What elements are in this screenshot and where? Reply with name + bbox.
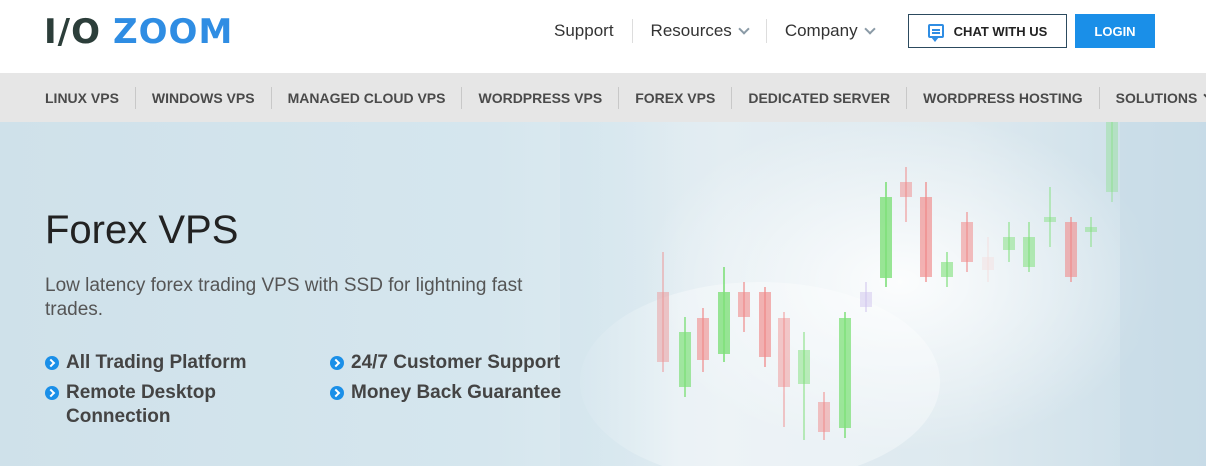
hero-banner: Forex VPS Low latency forex trading VPS … bbox=[0, 122, 1206, 466]
logo-zoom-text: ZOOM bbox=[112, 12, 234, 52]
feature-label: Money Back Guarantee bbox=[351, 382, 562, 403]
feature-item: All Trading Platform bbox=[45, 351, 247, 375]
chat-bubble-icon bbox=[927, 24, 944, 42]
prodnav-label: FOREX VPS bbox=[635, 89, 716, 106]
logo-io-text: I/O bbox=[44, 12, 101, 52]
prodnav-managed-cloud-vps[interactable]: MANAGED CLOUD VPS bbox=[272, 86, 463, 109]
prodnav-solutions[interactable]: SOLUTIONS bbox=[1100, 87, 1206, 109]
candle-body bbox=[1003, 237, 1015, 250]
candle-body bbox=[679, 332, 691, 387]
candle-body bbox=[920, 197, 932, 277]
ioz-logo[interactable]: I/O ZOOM bbox=[44, 12, 233, 52]
candle-body bbox=[818, 402, 830, 432]
product-nav: LINUX VPS WINDOWS VPS MANAGED CLOUD VPS … bbox=[0, 73, 1206, 122]
candle-body bbox=[941, 262, 953, 277]
candle-body bbox=[738, 292, 750, 317]
prodnav-label: WINDOWS VPS bbox=[151, 89, 255, 106]
chat-with-us-button[interactable]: CHAT WITH US bbox=[908, 14, 1067, 48]
candle-body bbox=[839, 318, 851, 428]
candle-body bbox=[1085, 227, 1097, 232]
hero-subtitle: Low latency forex trading VPS with SSD f… bbox=[45, 275, 523, 320]
candle-body bbox=[900, 182, 912, 197]
chevron-down-icon bbox=[863, 22, 876, 35]
chevron-circle-icon bbox=[45, 356, 59, 370]
prodnav-wordpress-vps[interactable]: WORDPRESS VPS bbox=[462, 86, 620, 109]
prodnav-label: LINUX VPS bbox=[45, 89, 119, 106]
top-nav: Support Resources Company bbox=[536, 14, 892, 48]
feature-label: All Trading Platform bbox=[66, 352, 247, 373]
prodnav-windows-vps[interactable]: WINDOWS VPS bbox=[136, 86, 272, 109]
candle-body bbox=[880, 197, 892, 278]
prodnav-forex-vps[interactable]: FOREX VPS bbox=[619, 86, 733, 109]
candle-body bbox=[982, 257, 994, 270]
prodnav-linux-vps[interactable]: LINUX VPS bbox=[29, 86, 136, 109]
login-button-label: LOGIN bbox=[1094, 23, 1136, 39]
candle-body bbox=[1106, 122, 1118, 192]
chevron-circle-icon bbox=[45, 386, 59, 400]
prodnav-wordpress-hosting[interactable]: WORDPRESS HOSTING bbox=[907, 86, 1100, 109]
prodnav-label: WORDPRESS VPS bbox=[478, 89, 603, 106]
prodnav-label: SOLUTIONS bbox=[1115, 89, 1198, 106]
candle-body bbox=[718, 292, 730, 354]
nav-support[interactable]: Support bbox=[536, 19, 633, 43]
candle-body bbox=[1023, 237, 1035, 267]
candle-body bbox=[778, 318, 790, 387]
prodnav-dedicated-server[interactable]: DEDICATED SERVER bbox=[732, 86, 908, 109]
candle-body bbox=[697, 318, 709, 360]
feature-label: 24/7 Customer Support bbox=[351, 352, 561, 373]
nav-resources[interactable]: Resources bbox=[633, 19, 767, 43]
feature-item: Remote Desktop Connection bbox=[45, 381, 275, 429]
prodnav-label: DEDICATED SERVER bbox=[748, 89, 891, 106]
chat-button-label: CHAT WITH US bbox=[953, 23, 1048, 39]
hero-title: Forex VPS bbox=[45, 208, 239, 252]
nav-resources-label: Resources bbox=[650, 21, 732, 40]
site-header: I/O ZOOM Support Resources Company CHAT … bbox=[0, 0, 1206, 73]
chevron-down-icon bbox=[738, 22, 750, 35]
candle-body bbox=[1044, 217, 1056, 222]
nav-company-label: Company bbox=[784, 21, 858, 40]
candle-body bbox=[860, 292, 872, 307]
candle-body bbox=[961, 222, 973, 262]
login-button[interactable]: LOGIN bbox=[1075, 14, 1155, 48]
chevron-circle-icon bbox=[330, 356, 344, 370]
feature-label: Remote Desktop Connection bbox=[66, 382, 216, 427]
nav-support-label: Support bbox=[554, 21, 614, 40]
chevron-circle-icon bbox=[330, 386, 344, 400]
feature-item: Money Back Guarantee bbox=[330, 381, 561, 405]
prodnav-label: WORDPRESS HOSTING bbox=[923, 89, 1083, 106]
prodnav-label: MANAGED CLOUD VPS bbox=[287, 89, 446, 106]
feature-item: 24/7 Customer Support bbox=[330, 351, 560, 375]
nav-company[interactable]: Company bbox=[767, 19, 892, 43]
candle-body bbox=[759, 292, 771, 357]
candle-body bbox=[798, 350, 810, 384]
candle-body bbox=[1065, 222, 1077, 277]
